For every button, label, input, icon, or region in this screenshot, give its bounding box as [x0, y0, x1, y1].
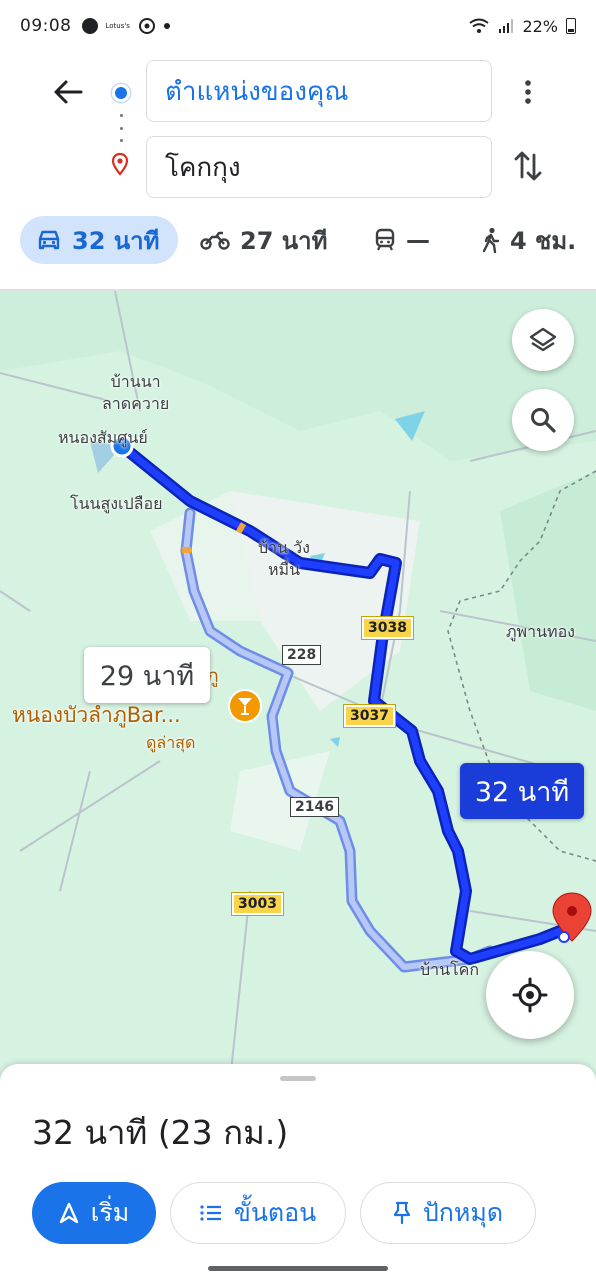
tab-motorcycle[interactable]: 27 นาที — [200, 216, 327, 264]
start-button[interactable]: เริ่ม — [32, 1182, 156, 1244]
road-shield-3003: 3003 — [231, 892, 284, 916]
steps-button[interactable]: ขั้นตอน — [170, 1182, 346, 1244]
swap-vert-icon — [514, 151, 542, 181]
transit-time: — — [406, 226, 430, 254]
status-time: 09:08 — [20, 16, 72, 36]
place-label-ban-na: บ้านนา ลาดควาย — [102, 372, 170, 413]
destination-field[interactable]: โคกกุง — [146, 136, 492, 198]
status-notification-icons: Lotus's — [81, 17, 170, 35]
more-notifications-dot — [163, 23, 170, 29]
back-button[interactable] — [46, 70, 90, 114]
layers-button[interactable] — [512, 309, 574, 371]
recenter-button[interactable] — [486, 951, 574, 1039]
list-icon — [200, 1205, 221, 1221]
pin-label: ปักหมุด — [422, 1198, 504, 1227]
place-label-nong-samsun: หนองสัมศูนย์ — [58, 428, 148, 447]
walk-icon — [482, 227, 500, 253]
alt-route-time-chip[interactable]: 29 นาที — [84, 647, 210, 703]
place-label-non-sung: โนนสูงเปลือย — [70, 494, 163, 513]
walk-time: 4 ชม. — [510, 226, 577, 255]
search-icon — [531, 408, 556, 433]
wifi-icon — [469, 18, 490, 33]
route-connector — [119, 114, 123, 142]
system-nav-handle[interactable] — [208, 1266, 388, 1271]
directions-header: ตำแหน่งของคุณ โคกกุง 32 นาที 27 นาที — 4… — [0, 52, 596, 290]
battery-percent: 22% — [522, 16, 558, 36]
cocktail-icon — [238, 698, 252, 715]
tab-walk[interactable]: 4 ชม. — [482, 216, 576, 264]
status-right: 22% — [468, 17, 576, 36]
pin-button[interactable]: ปักหมุด — [360, 1182, 536, 1244]
place-label-ban-khok: บ้านโคก — [420, 960, 480, 979]
train-icon — [375, 228, 395, 251]
car-icon — [38, 230, 60, 250]
tab-transit[interactable]: — — [374, 216, 430, 264]
sheet-drag-handle[interactable] — [280, 1076, 316, 1081]
more-vert-icon — [525, 80, 531, 104]
origin-dot-icon — [112, 84, 130, 102]
swap-locations-button[interactable] — [508, 146, 548, 186]
navigation-arrow-icon — [59, 1202, 78, 1224]
drive-time: 32 นาที — [72, 226, 160, 255]
origin-field[interactable]: ตำแหน่งของคุณ — [146, 60, 492, 122]
battery-icon — [566, 18, 576, 34]
messenger-icon — [81, 18, 98, 34]
start-label: เริ่ม — [90, 1198, 130, 1227]
road-shield-3037: 3037 — [343, 704, 396, 728]
route-summary: 32 นาที (23 กม.) — [32, 1113, 289, 1152]
location-share-icon — [138, 18, 155, 34]
back-arrow-icon — [54, 80, 83, 104]
place-label-phu-phan: ภูพานทอง — [506, 622, 575, 641]
bar-poi-pin[interactable] — [228, 689, 262, 723]
more-options-button[interactable] — [510, 72, 546, 112]
road-shield-3038: 3038 — [361, 616, 414, 640]
layers-icon — [529, 327, 557, 352]
signal-icon — [499, 19, 514, 33]
motorcycle-time: 27 นาที — [240, 226, 328, 255]
travel-mode-tabs: 32 นาที 27 นาที — 4 ชม. — [0, 216, 596, 268]
road-shield-228: 228 — [282, 645, 322, 665]
my-location-icon — [512, 977, 548, 1013]
place-label-ban-wang: บ้าน วัง หมื่น — [258, 538, 310, 579]
search-along-route-button[interactable] — [512, 389, 574, 451]
lotus-app-icon: Lotus's — [105, 22, 130, 30]
steps-label: ขั้นตอน — [233, 1198, 317, 1227]
route-summary-sheet: 32 นาที (23 กม.) เริ่ม ขั้นตอน ปักหมุด — [0, 1064, 596, 1280]
tab-drive[interactable]: 32 นาที — [20, 216, 178, 264]
motorcycle-icon — [200, 231, 230, 250]
bar-poi-recent: ดูล่าสุด — [146, 733, 196, 752]
map-view[interactable]: บ้านนา ลาดควาย หนองสัมศูนย์ โนนสูงเปลือย… — [0, 291, 596, 1081]
pushpin-icon — [393, 1201, 410, 1225]
road-shield-2146: 2146 — [290, 797, 339, 817]
main-route-time-chip[interactable]: 32 นาที — [460, 763, 584, 819]
bar-poi-name[interactable]: หนองบัวลำภูBar... — [12, 699, 181, 732]
destination-pin-icon — [111, 152, 129, 176]
status-bar: 09:08 Lotus's 22% — [0, 0, 596, 52]
